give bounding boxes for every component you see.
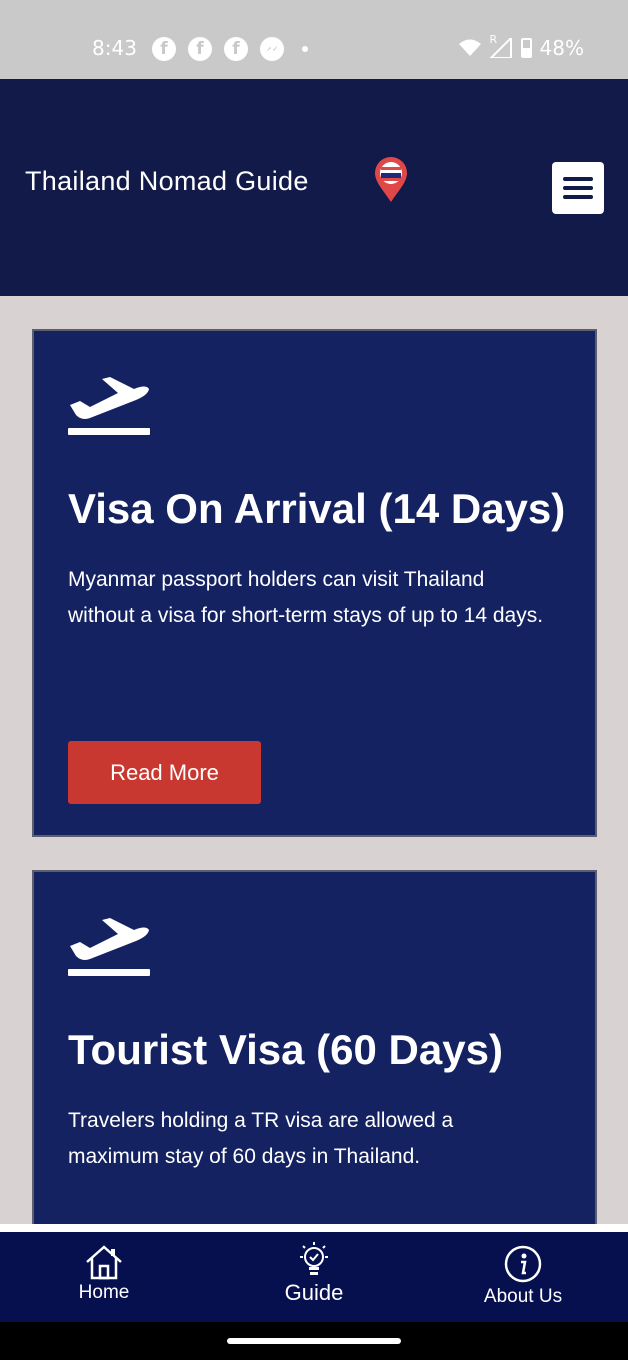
airplane-departure-icon — [68, 377, 150, 435]
nav-item-about-us[interactable]: About Us — [468, 1232, 578, 1322]
notification-icons: f f f — [152, 37, 308, 61]
site-logo-text[interactable]: Thailand Nomad Guide — [25, 166, 309, 197]
messenger-icon — [260, 37, 284, 61]
nav-item-home[interactable]: Home — [64, 1232, 144, 1322]
facebook-icon: f — [224, 37, 248, 61]
card-description: Travelers holding a TR visa are allowed … — [68, 1109, 454, 1168]
signal-icon: R — [488, 33, 513, 59]
menu-bar — [563, 177, 593, 181]
roaming-label: R — [489, 33, 498, 46]
airplane-departure-icon — [68, 918, 150, 976]
menu-bar — [563, 186, 593, 190]
card-description: Myanmar passport holders can visit Thail… — [68, 568, 544, 627]
system-gesture-area — [0, 1322, 628, 1360]
nav-label-about-us: About Us — [483, 1286, 563, 1307]
hamburger-menu-button[interactable] — [552, 162, 604, 214]
facebook-icon: f — [188, 37, 212, 61]
bottom-navigation: Home Guide About Us — [0, 1224, 628, 1322]
battery-icon — [520, 38, 532, 58]
info-icon — [504, 1245, 542, 1283]
menu-bar — [563, 195, 593, 199]
card-title: Visa On Arrival (14 Days) — [68, 485, 566, 532]
more-notifications-dot — [302, 46, 308, 52]
read-more-button[interactable]: Read More — [68, 741, 261, 804]
home-gesture-handle[interactable] — [227, 1338, 401, 1344]
status-bar: 8:43 f f f R 48% — [0, 0, 628, 79]
battery-level: 48% — [539, 36, 584, 60]
status-right: R 48% — [458, 33, 584, 60]
nav-label-home: Home — [78, 1282, 130, 1303]
lightbulb-icon — [300, 1242, 328, 1275]
visa-card: Tourist Visa (60 Days) Travelers holding… — [32, 870, 597, 1250]
facebook-icon: f — [152, 37, 176, 61]
location-pin-icon — [375, 157, 407, 202]
bottom-navigation-bar: Home Guide About Us — [0, 1232, 628, 1322]
wifi-icon — [458, 39, 481, 56]
visa-card: Visa On Arrival (14 Days) Myanmar passpo… — [32, 329, 597, 837]
nav-item-guide[interactable]: Guide — [264, 1232, 364, 1322]
nav-label-guide: Guide — [284, 1280, 344, 1305]
card-title: Tourist Visa (60 Days) — [68, 1026, 503, 1073]
home-icon — [86, 1245, 122, 1280]
status-time: 8:43 — [92, 36, 137, 60]
